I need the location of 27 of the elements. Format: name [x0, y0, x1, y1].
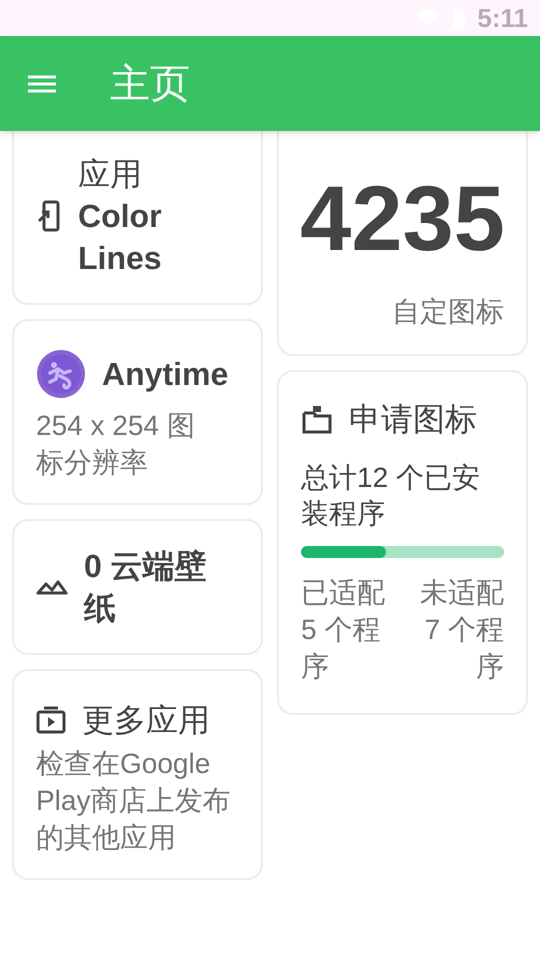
more-apps-description: 检查在Google Play商店上发布的其他应用	[36, 747, 232, 855]
more-apps-card[interactable]: 更多应用 检查在Google Play商店上发布的其他应用	[12, 669, 263, 880]
themed-count: 已适配 5 个程序	[301, 576, 386, 684]
status-time: 5:11	[477, 2, 528, 34]
app-bar-title: 主页	[110, 60, 190, 108]
app-name: Color Lines	[78, 197, 163, 278]
request-title: 申请图标	[349, 400, 477, 439]
app-card[interactable]: 应用 Color Lines	[12, 131, 263, 305]
unthemed-count: 未适配 7 个程序	[419, 576, 504, 684]
menu-icon[interactable]	[28, 74, 56, 94]
runner-logo-icon	[36, 349, 86, 399]
resolution-text: 254 x 254 图标分辨率	[36, 409, 196, 480]
icon-count: 4235	[300, 169, 505, 269]
icons-count-card[interactable]: 4235 自定图标	[277, 131, 528, 356]
installed-summary: 总计12 个已安装程序	[301, 461, 481, 531]
request-box-icon	[301, 403, 333, 435]
icon-pack-card[interactable]: Anytime 254 x 254 图标分辨率	[12, 319, 263, 505]
wallpapers-title: 0 云端壁纸	[84, 547, 208, 628]
mountain-icon	[36, 579, 68, 595]
phone-arrow-icon	[36, 199, 62, 233]
request-icons-card[interactable]: 申请图标 总计12 个已安装程序 已适配 5 个程序 未适配 7 个程序	[277, 370, 528, 715]
more-apps-title: 更多应用	[82, 701, 210, 740]
wallpapers-card[interactable]: 0 云端壁纸	[12, 519, 263, 655]
app-name: Anytime	[102, 355, 228, 394]
play-box-icon	[36, 706, 66, 734]
card-subtitle: 应用	[78, 155, 143, 194]
icon-count-label: 自定图标	[392, 295, 504, 329]
